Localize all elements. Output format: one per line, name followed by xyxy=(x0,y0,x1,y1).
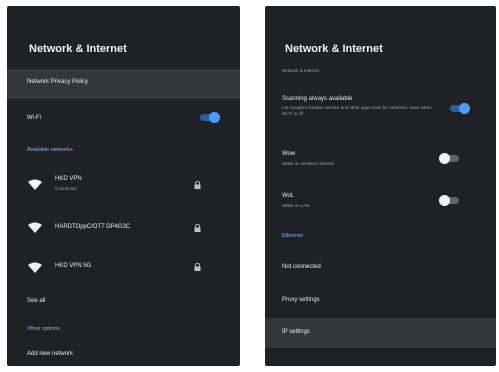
see-all-link[interactable]: See all xyxy=(27,298,45,304)
network-privacy-policy-item[interactable]: Network Privacy Policy xyxy=(7,69,240,99)
scanning-toggle[interactable] xyxy=(448,103,470,114)
page-title: Network & Internet xyxy=(29,43,127,55)
wifi-signal-icon xyxy=(28,222,42,233)
wol-toggle[interactable] xyxy=(439,195,461,206)
network-name: HARDTOppC/OT7 DP4G3C xyxy=(55,224,131,230)
wifi-settings-panel: Network & Internet Network Privacy Polic… xyxy=(7,6,240,366)
wifi-signal-icon xyxy=(28,262,42,273)
not-connected-status: Not connected xyxy=(282,264,321,270)
add-new-network-item[interactable]: Add new network xyxy=(27,351,73,357)
wol-description: Wake on LAN xyxy=(282,203,310,208)
wifi-label: Wi-Fi xyxy=(27,115,41,121)
network-name: HKD VPN 5G xyxy=(55,263,92,269)
proxy-settings-item[interactable]: Proxy settings xyxy=(282,297,320,303)
lock-icon xyxy=(194,263,201,271)
ip-settings-item[interactable]: IP settings xyxy=(265,318,496,348)
wow-toggle[interactable] xyxy=(439,153,461,164)
wow-label: Wow xyxy=(282,151,296,157)
scanning-label: Scanning always available xyxy=(282,96,353,102)
wifi-signal-icon xyxy=(28,179,42,190)
ethernet-header: Ethernet xyxy=(282,233,303,239)
ip-settings-label: IP settings xyxy=(282,329,310,335)
page-title: Network & Internet xyxy=(285,43,383,55)
wow-description: Wake on wireless network xyxy=(282,161,335,166)
scanning-description: Let Google's location service and other … xyxy=(282,105,432,116)
network-options-panel: Network & Internet Network & Internet Sc… xyxy=(265,6,496,366)
lock-icon xyxy=(194,224,201,232)
lock-icon xyxy=(194,181,201,189)
other-options-header: Other options xyxy=(27,326,61,332)
network-privacy-policy-label: Network Privacy Policy xyxy=(27,79,89,85)
available-networks-header: Available networks xyxy=(27,147,73,153)
wifi-toggle[interactable] xyxy=(198,112,220,123)
network-status: Connected xyxy=(55,186,77,191)
wol-label: WoL xyxy=(282,193,295,199)
page-subtitle: Network & Internet xyxy=(282,68,320,73)
network-name: HKD VPN xyxy=(55,176,82,182)
